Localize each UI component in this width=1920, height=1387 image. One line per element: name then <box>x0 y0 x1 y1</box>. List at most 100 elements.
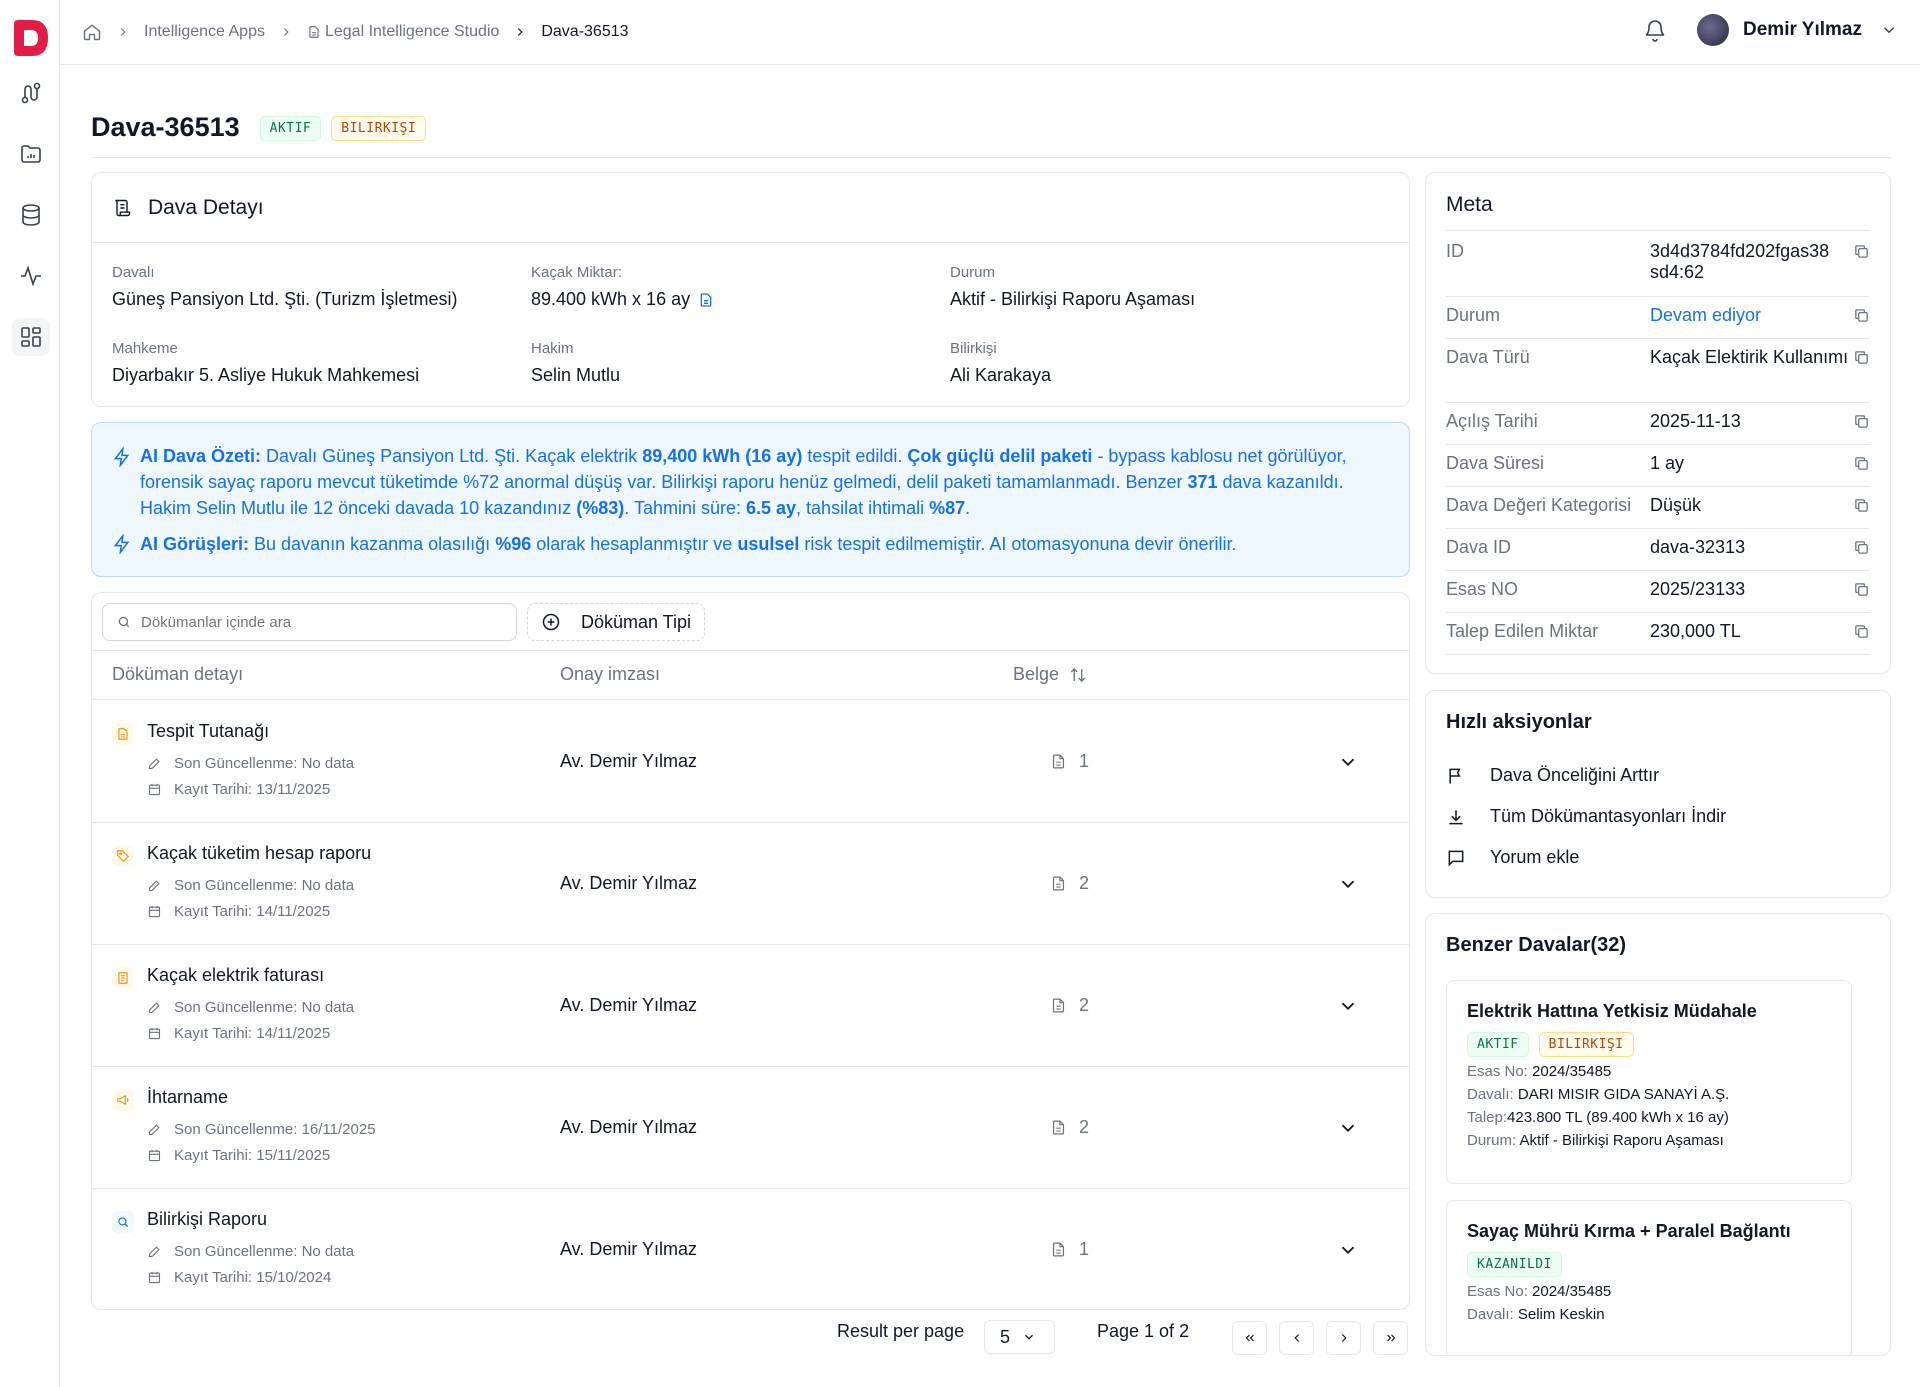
user-menu[interactable]: Demir Yılmaz <box>1643 14 1898 46</box>
created-text: Kayıt Tarihi: 14/11/2025 <box>174 903 331 920</box>
ai-summary-box: AI Dava Özeti: Davalı Güneş Pansiyon Ltd… <box>91 422 1410 577</box>
case-detail-header: Dava Detayı <box>92 173 1409 243</box>
meta-row: Talep Edilen Miktar 230,000 TL <box>1446 613 1870 655</box>
per-page-box[interactable]: 5 <box>984 1320 1055 1354</box>
avatar[interactable] <box>1697 14 1730 46</box>
activity-icon[interactable] <box>12 257 50 295</box>
signer-name: Av. Demir Yılmaz <box>560 1239 698 1259</box>
ai-text: . <box>965 498 971 518</box>
copy-icon[interactable] <box>1853 243 1870 260</box>
folder-icon[interactable] <box>12 135 50 173</box>
signer-name: Av. Demir Yılmaz <box>560 1117 698 1137</box>
last-page-button[interactable] <box>1373 1321 1408 1355</box>
document-name[interactable]: Kaçak tüketim hesap raporu <box>147 843 371 864</box>
document-updated: Son Güncellenme: No data <box>147 755 354 772</box>
meta-key: Açılış Tarihi <box>1446 411 1538 431</box>
per-page-select[interactable]: 5 <box>984 1320 1055 1354</box>
expand-chevron-icon[interactable] <box>1337 995 1359 1017</box>
document-name[interactable]: İhtarname <box>147 1087 228 1108</box>
meta-value: 230,000 TL <box>1650 621 1741 641</box>
table-header: Döküman detayı Onay imzası Belge <box>92 650 1409 700</box>
ai-highlight: %96 <box>495 534 532 554</box>
kv-label: Davalı: <box>1467 1306 1518 1323</box>
dashboard-icon[interactable] <box>12 318 50 356</box>
case-title[interactable]: Elektrik Hattına Yetkisiz Müdahale <box>1467 1001 1831 1022</box>
scroll-icon <box>112 198 140 218</box>
case-esas: Esas No: 2024/35485 <box>1467 1063 1831 1080</box>
table-row[interactable]: İhtarname Son Güncellenme: 16/11/2025 Kayı… <box>92 1067 1409 1189</box>
created-text: Kayıt Tarihi: 15/11/2025 <box>174 1147 331 1164</box>
table-row[interactable]: Kaçak tüketim hesap raporu Son Güncellenm… <box>92 823 1409 945</box>
copy-icon[interactable] <box>1853 455 1870 472</box>
meta-key: Durum <box>1446 305 1501 325</box>
chevron-right-icon <box>279 25 293 39</box>
field-label: Durum <box>950 264 996 281</box>
prev-page-button[interactable] <box>1279 1321 1314 1355</box>
page-header: Dava-36513 AKTIF BILIRKIŞI <box>91 110 1891 158</box>
pencil-icon <box>147 1122 168 1137</box>
first-page-button[interactable] <box>1232 1321 1267 1355</box>
document-name[interactable]: Bilirkişi Raporu <box>147 1209 267 1230</box>
add-comment-action[interactable]: Yorum ekle <box>1446 847 1579 868</box>
copy-icon[interactable] <box>1853 307 1870 324</box>
ai-summary-text: AI Dava Özeti: Davalı Güneş Pansiyon Ltd… <box>140 443 1379 521</box>
table-row[interactable]: Tespit Tutanağı Son Güncellenme: No data K… <box>92 701 1409 823</box>
expand-chevron-icon[interactable] <box>1337 873 1359 895</box>
ai-text: tespit edildi. <box>802 446 908 466</box>
similar-case-card[interactable]: Sayaç Mührü Kırma + Paralel Bağlantı KAZ… <box>1446 1200 1852 1355</box>
expand-chevron-icon[interactable] <box>1337 1117 1359 1139</box>
ai-highlight: 6.5 ay <box>746 498 797 518</box>
field-value: Diyarbakır 5. Asliye Hukuk Mahkemesi <box>112 365 420 385</box>
brand-logo[interactable] <box>12 20 50 56</box>
breadcrumb-item[interactable]: Intelligence Apps <box>144 23 265 41</box>
user-name[interactable]: Demir Yılmaz <box>1743 19 1862 41</box>
document-count: 1 <box>1050 751 1089 772</box>
field-value: Selin Mutlu <box>531 365 621 385</box>
home-icon[interactable] <box>82 22 102 42</box>
meta-row: Esas NO 2025/23133 <box>1446 571 1870 613</box>
copy-icon[interactable] <box>1853 581 1870 598</box>
expand-chevron-icon[interactable] <box>1337 751 1359 773</box>
table-row[interactable]: Kaçak elektrik faturası Son Güncellenme: … <box>92 945 1409 1067</box>
table-row[interactable]: Bilirkişi Raporu Son Güncellenme: No data… <box>92 1189 1409 1311</box>
search-icon <box>112 1211 134 1233</box>
breadcrumb-item[interactable]: Legal Intelligence Studio <box>325 23 499 41</box>
workflow-icon[interactable] <box>12 74 50 112</box>
increase-priority-action[interactable]: Dava Önceliğini Arttır <box>1446 765 1659 786</box>
ai-highlight: 89,400 kWh (16 ay) <box>642 446 803 466</box>
field-davali: Davalı Güneş Pansiyon Ltd. Şti. (Turizm … <box>112 264 457 310</box>
breadcrumb-current: Dava-36513 <box>541 23 629 40</box>
copy-icon[interactable] <box>1853 349 1870 366</box>
created-text: Kayıt Tarihi: 13/11/2025 <box>174 781 331 798</box>
database-icon[interactable] <box>12 196 50 234</box>
copy-icon[interactable] <box>1853 497 1870 514</box>
kv-value: Selim Keskin <box>1517 1306 1605 1323</box>
copy-icon[interactable] <box>1853 623 1870 640</box>
calendar-icon <box>147 1270 168 1285</box>
copy-icon[interactable] <box>1853 413 1870 430</box>
document-name[interactable]: Kaçak elektrik faturası <box>147 965 324 986</box>
bell-icon[interactable] <box>1643 18 1667 42</box>
copy-icon[interactable] <box>1853 539 1870 556</box>
document-type-button[interactable]: Döküman Tipi <box>527 603 705 641</box>
similar-case-card[interactable]: Elektrik Hattına Yetkisiz Müdahale AKTIF… <box>1446 980 1852 1184</box>
search-input[interactable] <box>141 613 501 631</box>
next-page-button[interactable] <box>1326 1321 1361 1355</box>
column-header-sortable[interactable]: Belge <box>1013 664 1087 685</box>
document-search[interactable] <box>102 603 517 641</box>
count-value: 1 <box>1079 1239 1090 1259</box>
megaphone-icon <box>112 1089 134 1111</box>
document-link-icon[interactable] <box>698 292 714 308</box>
chevron-down-icon[interactable] <box>1880 21 1898 39</box>
sort-icon[interactable] <box>1069 666 1087 684</box>
case-title[interactable]: Sayaç Mührü Kırma + Paralel Bağlantı <box>1467 1221 1831 1242</box>
download-all-action[interactable]: Tüm Dökümantasyonları İndir <box>1446 806 1726 827</box>
document-updated: Son Güncellenme: No data <box>147 999 354 1016</box>
ai-text: risk tespit edilmemiştir. AI otomasyonun… <box>799 534 1237 554</box>
expand-chevron-icon[interactable] <box>1337 1239 1359 1261</box>
document-name[interactable]: Tespit Tutanağı <box>147 721 269 742</box>
updated-text: Son Güncellenme: 16/11/2025 <box>174 1121 376 1138</box>
kv-label: Esas No: <box>1467 1063 1533 1080</box>
signer-name: Av. Demir Yılmaz <box>560 751 698 771</box>
kv-label: Esas No: <box>1467 1283 1533 1300</box>
